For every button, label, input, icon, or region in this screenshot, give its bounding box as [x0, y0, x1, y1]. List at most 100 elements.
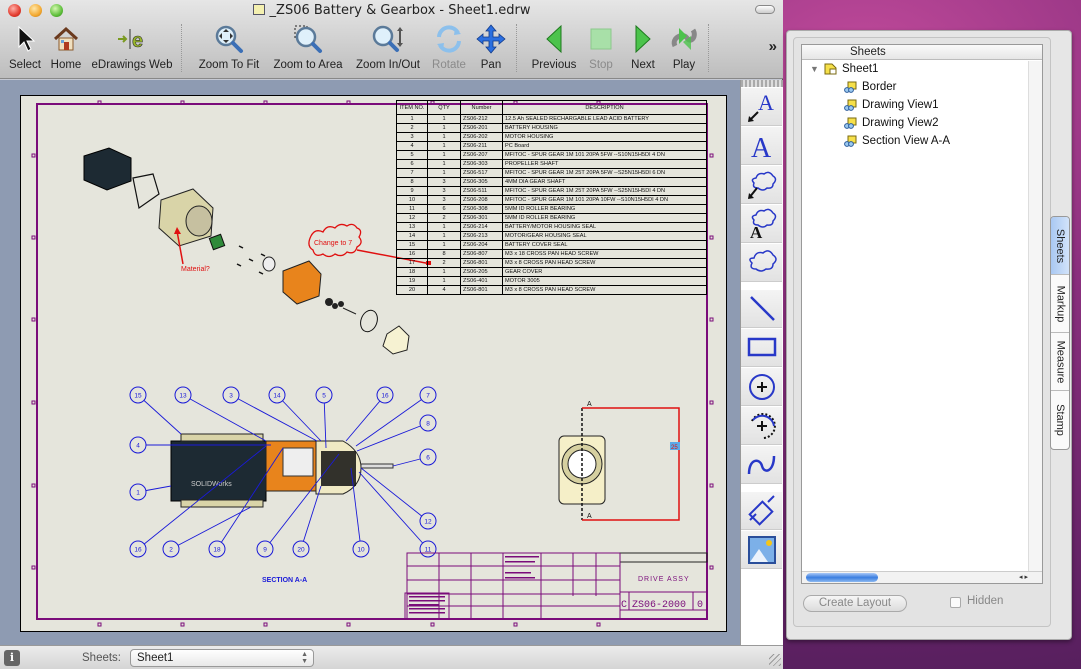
text-tool[interactable]: A: [741, 127, 782, 165]
create-layout-button[interactable]: Create Layout: [803, 595, 907, 612]
rectangle-tool[interactable]: [741, 329, 782, 367]
balloon[interactable]: 1: [129, 483, 172, 501]
bom-number: ZS06-301: [460, 213, 503, 223]
title-block-drawing-number: ZS06-2000: [632, 600, 686, 611]
bill-of-materials: ITEM NO. QTY Number DESCRIPTION 1 1 ZS06-2…: [396, 100, 707, 295]
balloon[interactable]: 13: [174, 386, 267, 442]
balloon-number: 9: [263, 547, 267, 554]
play-button[interactable]: Play: [666, 22, 702, 74]
bom-qty: 1: [427, 123, 461, 133]
tab-sheets[interactable]: Sheets: [1051, 217, 1069, 275]
sheets-pane: Sheets ▼ Sheet1 Border Drawing View1 Drawing…: [793, 37, 1051, 627]
bom-description: M3 x 18 CROSS PAN HEAD SCREW: [502, 249, 707, 259]
bom-qty: 1: [427, 231, 461, 241]
toolbar-grip[interactable]: [741, 80, 783, 87]
toolbar-separator: [708, 24, 709, 72]
text-with-leader-tool[interactable]: A: [741, 88, 782, 126]
bom-description: 5MM ID ROLLER BEARING: [502, 204, 707, 214]
drawing-view-2[interactable]: A A 25: [558, 401, 680, 521]
balloon[interactable]: 12: [360, 467, 437, 530]
bom-item-no: 17: [396, 258, 428, 268]
balloon[interactable]: 15: [129, 386, 182, 435]
drawer-tabs: Sheets Markup Measure Stamp: [1050, 216, 1070, 450]
rectangle-icon: [747, 337, 776, 356]
toolbar-overflow-button[interactable]: »: [769, 38, 777, 55]
sheets-select[interactable]: Sheet1 ▲ ▼: [130, 649, 314, 667]
cloud-with-text-tool[interactable]: A: [741, 205, 782, 243]
balloon[interactable]: 2: [162, 506, 252, 558]
zoom-to-area-label: Zoom to Area: [273, 59, 343, 71]
spline-tool[interactable]: [741, 446, 782, 484]
balloon[interactable]: 20: [292, 485, 322, 558]
section-view-a-a[interactable]: SOLIDWorks SECTION A-A: [170, 433, 394, 584]
bom-row: 10 3 ZS06-208 MFITOC - SPUR GEAR 1M 101 20P…: [396, 195, 707, 205]
zoom-to-fit-button[interactable]: Zoom To Fit: [192, 22, 266, 74]
bom-header: DESCRIPTION: [502, 100, 707, 115]
bom-number: ZS06-807: [460, 249, 503, 259]
balloon[interactable]: 6: [392, 448, 437, 467]
scroll-arrows[interactable]: ◂▸: [1019, 573, 1030, 581]
tree-item-drawing-view2[interactable]: Drawing View2: [802, 114, 1042, 132]
bom-qty: 3: [427, 177, 461, 187]
resize-handle[interactable]: [769, 654, 781, 666]
balloon[interactable]: 16: [345, 386, 394, 442]
pc-board-part: [208, 233, 226, 251]
edrawings-web-button[interactable]: e eDrawings Web: [88, 22, 176, 74]
disclosure-triangle-icon[interactable]: ▼: [810, 60, 819, 78]
rotate-button[interactable]: Rotate: [428, 22, 470, 74]
tab-markup[interactable]: Markup: [1051, 275, 1069, 333]
tree-item-border[interactable]: Border: [802, 78, 1042, 96]
drawing-sheet[interactable]: Material? Change to 7 SOLIDWorks SECTION…: [20, 95, 727, 632]
circle-tool[interactable]: [741, 368, 782, 406]
balloon[interactable]: 14: [268, 386, 322, 442]
bom-description: GEAR COVER: [502, 267, 707, 277]
zoom-to-area-button[interactable]: Zoom to Area: [268, 22, 348, 74]
spline-icon: [747, 455, 775, 474]
tree-column-header[interactable]: Sheets: [802, 45, 1042, 60]
vertical-scrollbar[interactable]: [1028, 61, 1042, 571]
tab-measure[interactable]: Measure: [1051, 333, 1069, 391]
balloon-number: 6: [426, 455, 430, 462]
horizontal-scrollbar[interactable]: ◂▸: [802, 571, 1042, 583]
section-marker-top: A: [587, 401, 592, 408]
window-title: _ZS06 Battery & Gearbox - Sheet1.edrw: [0, 3, 783, 18]
bom-description: MFITOC - SPUR GEAR 1M 25T 20PA 5FW --S25…: [502, 168, 707, 178]
stop-button[interactable]: Stop: [584, 22, 618, 74]
section-housing-bottom: [180, 499, 264, 508]
balloon[interactable]: 8: [356, 414, 437, 452]
tree-item-section-view-a-a[interactable]: Section View A-A: [802, 132, 1042, 150]
tree-item-sheet1[interactable]: ▼ Sheet1: [802, 60, 1042, 78]
bom-number: ZS06-214: [460, 222, 503, 232]
toolbar-separator: [516, 24, 517, 72]
cloud-with-leader-icon: [747, 171, 776, 199]
toolbar-toggle-button[interactable]: [755, 5, 775, 14]
cloud-with-leader-tool[interactable]: [741, 166, 782, 204]
previous-button[interactable]: Previous: [528, 22, 580, 74]
arc-tool[interactable]: [741, 407, 782, 445]
arc-icon: [750, 412, 776, 439]
pan-button[interactable]: Pan: [472, 22, 510, 74]
bom-item-no: 5: [396, 150, 428, 160]
hidden-checkbox[interactable]: [950, 597, 961, 608]
dimension-tool[interactable]: [741, 492, 782, 530]
bom-item-no: 13: [396, 222, 428, 232]
battery-part: [83, 147, 132, 191]
drawing-canvas[interactable]: Material? Change to 7 SOLIDWorks SECTION…: [0, 80, 740, 645]
tree-item-drawing-view1[interactable]: Drawing View1: [802, 96, 1042, 114]
next-button[interactable]: Next: [626, 22, 660, 74]
select-button[interactable]: Select: [6, 22, 44, 74]
balloon-number: 13: [179, 393, 187, 400]
line-tool[interactable]: [741, 290, 782, 328]
sheets-tree[interactable]: Sheets ▼ Sheet1 Border Drawing View1 Drawing…: [801, 44, 1043, 584]
picture-tool[interactable]: [741, 531, 782, 569]
tab-stamp[interactable]: Stamp: [1051, 391, 1069, 449]
bom-row: 18 1 ZS06-205 GEAR COVER: [396, 267, 707, 277]
bom-item-no: 11: [396, 204, 428, 214]
scrollbar-thumb[interactable]: [806, 573, 878, 582]
cloud-tool[interactable]: [741, 244, 782, 282]
info-button[interactable]: i: [4, 650, 20, 666]
bom-row: 1 1 ZS06-212 12.5 Ah SEALED RECHARGABLE LEA…: [396, 114, 707, 124]
home-button[interactable]: Home: [46, 22, 86, 74]
zoom-in-out-button[interactable]: Zoom In/Out: [350, 22, 426, 74]
bom-number: ZS06-801: [460, 258, 503, 268]
